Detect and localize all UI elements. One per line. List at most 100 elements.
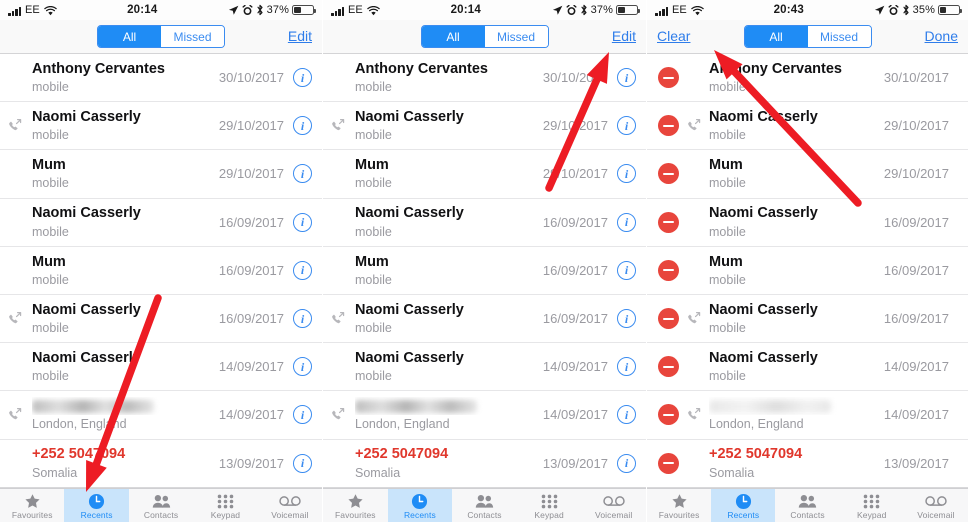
call-list-row[interactable]: Anthony Cervantes mobile 30/10/2017 xyxy=(647,54,968,103)
filter-segmented-control[interactable]: All Missed xyxy=(97,25,225,48)
filter-segmented-control[interactable]: All Missed xyxy=(420,25,549,48)
call-direction-icon-slot xyxy=(683,260,703,280)
delete-row-button[interactable] xyxy=(658,356,679,378)
delete-row-button[interactable] xyxy=(658,115,679,137)
call-list-row[interactable]: London, England 14/09/2017 i xyxy=(0,391,322,440)
delete-row-button[interactable] xyxy=(658,259,679,281)
call-direction-icon-slot xyxy=(683,116,703,136)
tab-voicemail[interactable]: Voicemail xyxy=(904,489,968,522)
call-list-row[interactable]: Naomi Casserly mobile 29/10/2017 i xyxy=(323,102,646,151)
done-button[interactable]: Done xyxy=(925,28,958,44)
call-info-button[interactable]: i xyxy=(617,212,636,232)
delete-row-button[interactable] xyxy=(658,308,679,330)
tab-contacts[interactable]: Contacts xyxy=(775,489,839,522)
segment-all[interactable]: All xyxy=(744,26,808,47)
call-info-button[interactable]: i xyxy=(293,260,312,280)
call-list-row[interactable]: +252 5047094 Somalia 13/09/2017 i xyxy=(0,440,322,488)
call-row-subtitle: mobile xyxy=(709,224,746,239)
call-row-text: Mum mobile xyxy=(703,156,884,191)
tab-recents[interactable]: Recents xyxy=(711,489,776,522)
clear-button[interactable]: Clear xyxy=(657,28,690,44)
segment-missed[interactable]: Missed xyxy=(161,26,224,47)
call-info-button[interactable]: i xyxy=(617,309,636,329)
delete-row-button[interactable] xyxy=(658,67,679,89)
call-list-row[interactable]: Naomi Casserly mobile 29/10/2017 xyxy=(647,102,968,151)
call-info-button[interactable]: i xyxy=(617,260,636,280)
segment-missed[interactable]: Missed xyxy=(484,26,548,47)
call-list-row[interactable]: Naomi Casserly mobile 16/09/2017 i xyxy=(0,295,322,344)
call-list-row[interactable]: Naomi Casserly mobile 16/09/2017 i xyxy=(323,295,646,344)
call-info-button[interactable]: i xyxy=(293,164,312,184)
call-list-row[interactable]: Naomi Casserly mobile 29/10/2017 i xyxy=(0,102,322,151)
tab-label: Recents xyxy=(403,509,436,520)
call-list-row[interactable]: Naomi Casserly mobile 16/09/2017 i xyxy=(0,199,322,247)
call-list-row[interactable]: Anthony Cervantes mobile 30/10/2017 i xyxy=(323,54,646,103)
tab-keypad[interactable]: Keypad xyxy=(840,489,904,522)
call-list-row[interactable]: Naomi Casserly mobile 14/09/2017 i xyxy=(323,343,646,392)
segment-all[interactable]: All xyxy=(421,26,485,47)
call-info-button[interactable]: i xyxy=(293,405,312,425)
call-info-button[interactable]: i xyxy=(293,309,312,329)
call-row-date: 16/09/2017 xyxy=(883,311,949,327)
call-row-text: +252 5047094 Somalia xyxy=(347,445,543,480)
call-row-name: Mum xyxy=(32,253,66,270)
call-row-name xyxy=(355,397,543,415)
call-list-row[interactable]: Naomi Casserly mobile 16/09/2017 xyxy=(647,295,968,344)
location-arrow-icon xyxy=(552,5,563,16)
call-list-row[interactable]: Mum mobile 16/09/2017 i xyxy=(323,247,646,295)
edit-button[interactable]: Edit xyxy=(288,28,312,44)
call-list-row[interactable]: Naomi Casserly mobile 14/09/2017 i xyxy=(0,343,322,392)
tab-keypad[interactable]: Keypad xyxy=(517,489,582,522)
tab-favourites[interactable]: Favourites xyxy=(647,489,711,522)
tab-contacts[interactable]: Contacts xyxy=(452,489,517,522)
tab-favourites[interactable]: Favourites xyxy=(0,489,64,522)
call-info-button[interactable]: i xyxy=(617,357,636,377)
call-info-button[interactable]: i xyxy=(293,68,312,88)
call-list-row[interactable]: Naomi Casserly mobile 14/09/2017 xyxy=(647,343,968,392)
battery-icon xyxy=(938,5,962,15)
call-list-row[interactable]: Mum mobile 16/09/2017 i xyxy=(0,247,322,295)
segment-missed[interactable]: Missed xyxy=(807,26,871,47)
call-info-button[interactable]: i xyxy=(293,116,312,136)
call-row-subtitle: mobile xyxy=(709,320,746,335)
call-info-button[interactable]: i xyxy=(617,68,636,88)
tab-bar: Favourites Recents Contacts Keypad Voicemail xyxy=(647,488,968,522)
delete-row-button[interactable] xyxy=(658,452,679,474)
tab-contacts[interactable]: Contacts xyxy=(129,489,193,522)
call-list-row[interactable]: Anthony Cervantes mobile 30/10/2017 i xyxy=(0,54,322,103)
delete-row-button[interactable] xyxy=(658,404,679,426)
delete-row-button[interactable] xyxy=(658,163,679,185)
call-row-subtitle: mobile xyxy=(709,272,746,287)
call-list-row[interactable]: Mum mobile 29/10/2017 xyxy=(647,150,968,199)
call-info-button[interactable]: i xyxy=(617,116,636,136)
filter-segmented-control[interactable]: All Missed xyxy=(743,25,872,48)
carrier-name: EE xyxy=(348,3,363,16)
call-list-row[interactable]: +252 5047094 Somalia 13/09/2017 i xyxy=(323,440,646,488)
call-info-button[interactable]: i xyxy=(293,357,312,377)
segment-all[interactable]: All xyxy=(98,26,161,47)
clock-icon xyxy=(411,493,428,510)
tab-voicemail[interactable]: Voicemail xyxy=(581,489,646,522)
call-info-button[interactable]: i xyxy=(293,212,312,232)
tab-recents[interactable]: Recents xyxy=(64,489,129,522)
call-info-button[interactable]: i xyxy=(617,405,636,425)
call-list-row[interactable]: Mum mobile 16/09/2017 xyxy=(647,247,968,295)
call-list-row[interactable]: Mum mobile 29/10/2017 i xyxy=(323,150,646,199)
battery-level xyxy=(294,7,301,13)
edit-button[interactable]: Edit xyxy=(612,28,636,44)
call-info-button[interactable]: i xyxy=(617,164,636,184)
call-list-row[interactable]: Mum mobile 29/10/2017 i xyxy=(0,150,322,199)
tab-bar: Favourites Recents Contacts Keypad Voicemail xyxy=(323,488,646,522)
call-list-row[interactable]: +252 5047094 Somalia 13/09/2017 xyxy=(647,440,968,488)
delete-row-button[interactable] xyxy=(658,211,679,233)
call-info-button[interactable]: i xyxy=(293,453,312,473)
call-info-button[interactable]: i xyxy=(617,453,636,473)
call-list-row[interactable]: London, England 14/09/2017 xyxy=(647,391,968,440)
call-list-row[interactable]: London, England 14/09/2017 i xyxy=(323,391,646,440)
call-list-row[interactable]: Naomi Casserly mobile 16/09/2017 i xyxy=(323,199,646,247)
tab-keypad[interactable]: Keypad xyxy=(193,489,257,522)
tab-favourites[interactable]: Favourites xyxy=(323,489,388,522)
tab-recents[interactable]: Recents xyxy=(387,489,453,522)
call-list-row[interactable]: Naomi Casserly mobile 16/09/2017 xyxy=(647,199,968,247)
tab-voicemail[interactable]: Voicemail xyxy=(258,489,322,522)
